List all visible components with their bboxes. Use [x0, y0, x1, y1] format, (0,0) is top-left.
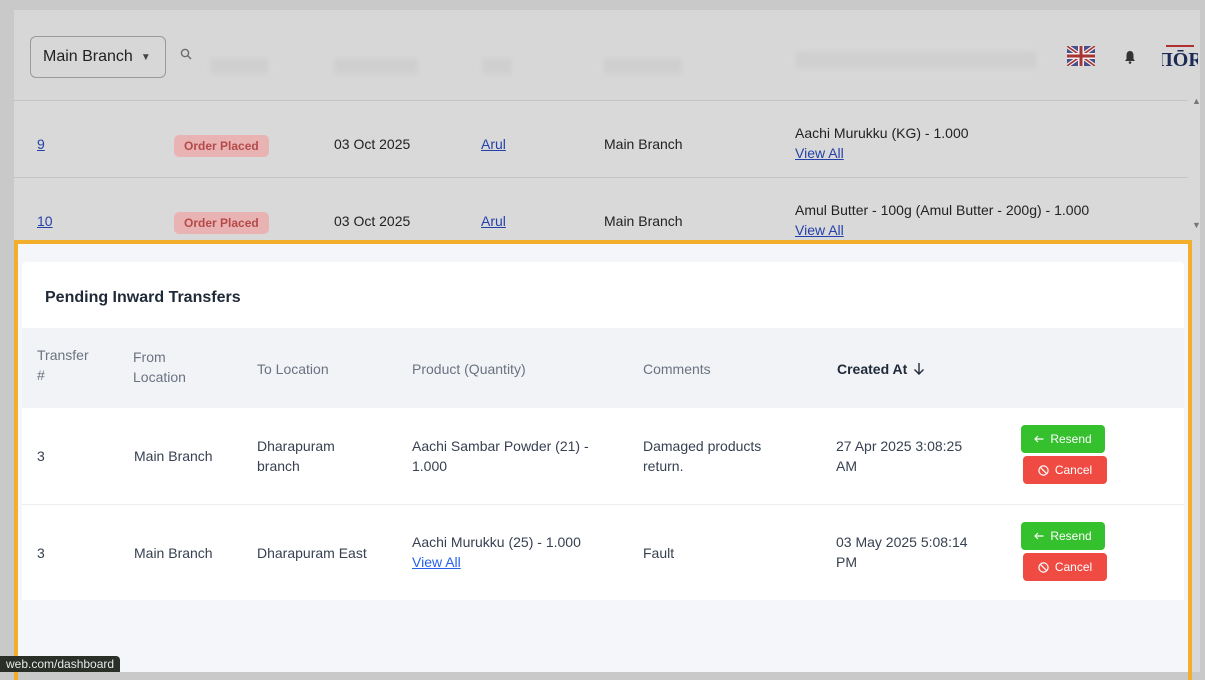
- bell-icon[interactable]: [1124, 50, 1136, 64]
- chevron-down-icon: ▼: [140, 51, 151, 63]
- blurred-column-header: [796, 52, 1036, 68]
- product-line: Aachi Sambar Powder (21) -: [412, 438, 589, 454]
- cancel-button[interactable]: Cancel: [1023, 456, 1107, 484]
- blurred-column-header: [334, 58, 418, 74]
- created-at-line: AM: [836, 458, 857, 474]
- uk-flag-icon[interactable]: [1067, 46, 1095, 66]
- status-badge: Order Placed: [174, 212, 269, 234]
- resend-button[interactable]: Resend: [1021, 425, 1105, 453]
- resend-label: Resend: [1050, 529, 1092, 543]
- orders-table: 9 Order Placed 03 Oct 2025 Arul Main Bra…: [14, 100, 1188, 254]
- comments: Damaged products return.: [643, 436, 761, 476]
- status-badge: Order Placed: [174, 135, 269, 157]
- column-comments: Comments: [643, 361, 711, 377]
- view-all-link[interactable]: View All: [412, 554, 461, 570]
- arrow-left-icon: [1034, 435, 1044, 443]
- cancel-label: Cancel: [1054, 560, 1093, 574]
- svg-text:ПŌR: ПŌR: [1162, 49, 1198, 71]
- blurred-column-header: [210, 58, 268, 74]
- resend-label: Resend: [1050, 432, 1092, 446]
- to-location-line: branch: [257, 458, 300, 474]
- column-transfer-label: #: [37, 367, 45, 383]
- arrow-left-icon: [1034, 532, 1044, 540]
- table-row: 3 Main Branch Dharapuram East Aachi Muru…: [22, 505, 1184, 600]
- logo-icon[interactable]: ПŌR: [1162, 40, 1198, 74]
- column-transfer: Transfer #: [37, 345, 89, 385]
- order-date: 03 Oct 2025: [334, 213, 411, 229]
- table-row: 9 Order Placed 03 Oct 2025 Arul Main Bra…: [14, 100, 1188, 177]
- to-location-line: Dharapuram: [257, 438, 335, 454]
- ban-icon: [1038, 464, 1049, 476]
- created-at-line: 27 Apr 2025 3:08:25: [836, 438, 963, 454]
- product-line: Aachi Murukku (25) - 1.000: [412, 534, 581, 550]
- cancel-button[interactable]: Cancel: [1023, 553, 1107, 581]
- branch-select-value: Main Branch: [43, 48, 133, 65]
- blurred-column-header: [482, 58, 512, 74]
- created-at-line: PM: [836, 554, 857, 570]
- scroll-down-icon[interactable]: ▼: [1192, 220, 1201, 230]
- order-id-link[interactable]: 9: [37, 136, 45, 152]
- sort-arrow-down-icon[interactable]: [913, 362, 925, 376]
- transfer-number: 3: [37, 545, 45, 561]
- product-text: Aachi Murukku (KG) - 1.000: [795, 125, 969, 141]
- blurred-column-header: [604, 58, 682, 74]
- column-transfer-label: Transfer: [37, 347, 89, 363]
- from-location: Main Branch: [134, 448, 213, 464]
- resend-button[interactable]: Resend: [1021, 522, 1105, 550]
- table-header: Transfer # From Location To Location Pro…: [22, 328, 1184, 408]
- comments-line: return.: [643, 458, 684, 474]
- cancel-label: Cancel: [1054, 463, 1093, 477]
- ban-icon: [1038, 561, 1049, 573]
- created-at: 03 May 2025 5:08:14 PM: [836, 532, 968, 572]
- scroll-up-icon[interactable]: ▲: [1192, 96, 1201, 106]
- product-quantity: Aachi Murukku (25) - 1.000 View All: [412, 532, 581, 572]
- column-to-location: To Location: [257, 361, 329, 377]
- comments-line: Damaged products: [643, 438, 762, 454]
- view-all-link[interactable]: View All: [795, 222, 844, 238]
- branch-name: Main Branch: [604, 136, 683, 152]
- branch-select[interactable]: Main Branch ▼: [30, 36, 166, 78]
- order-date: 03 Oct 2025: [334, 136, 411, 152]
- column-from-label: From: [133, 349, 166, 365]
- created-at-line: 03 May 2025 5:08:14: [836, 534, 968, 550]
- search-icon[interactable]: [180, 48, 192, 60]
- table-row: 3 Main Branch Dharapuram branch Aachi Sa…: [22, 408, 1184, 505]
- panel-title: Pending Inward Transfers: [45, 289, 241, 306]
- status-bar-url: web.com/dashboard: [0, 656, 121, 672]
- from-location: Main Branch: [134, 545, 213, 561]
- branch-name: Main Branch: [604, 213, 683, 229]
- transfer-number: 3: [37, 448, 45, 464]
- created-at: 27 Apr 2025 3:08:25 AM: [836, 436, 962, 476]
- product-quantity: Aachi Sambar Powder (21) - 1.000: [412, 436, 589, 476]
- user-link[interactable]: Arul: [481, 136, 506, 152]
- column-created-at[interactable]: Created At: [837, 359, 925, 379]
- view-all-link[interactable]: View All: [795, 145, 844, 161]
- column-from-location: From Location: [133, 347, 186, 387]
- product-text: Amul Butter - 100g (Amul Butter - 200g) …: [795, 202, 1090, 218]
- order-id-link[interactable]: 10: [37, 213, 53, 229]
- to-location: Dharapuram branch: [257, 436, 335, 476]
- to-location: Dharapuram East: [257, 545, 367, 561]
- screen: Main Branch ▼ ПŌR ▲ ▼ 9 Order Placed 03 …: [0, 0, 1205, 680]
- user-link[interactable]: Arul: [481, 213, 506, 229]
- comments: Fault: [643, 545, 675, 561]
- column-from-label: Location: [133, 369, 186, 385]
- column-created-label: Created At: [837, 361, 908, 377]
- product-line: 1.000: [412, 458, 448, 474]
- column-product: Product (Quantity): [412, 361, 526, 377]
